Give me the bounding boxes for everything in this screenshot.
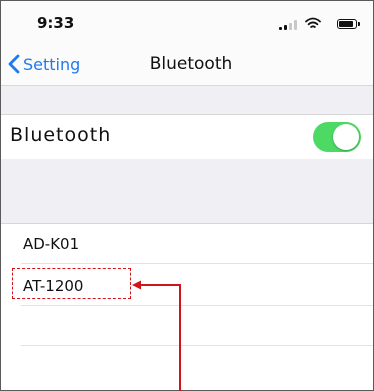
phone-screen: 9:33 Setting Bluetooth Bluetooth AD-K01 … [0, 0, 374, 391]
navigation-bar: Setting Bluetooth [1, 45, 373, 86]
status-bar: 9:33 [1, 1, 373, 45]
device-row-at-1200[interactable]: AT-1200 [1, 266, 373, 306]
device-name: AD-K01 [23, 235, 80, 253]
page-title: Bluetooth [149, 54, 233, 74]
device-name: AT-1200 [23, 277, 84, 295]
signal-icon [279, 20, 297, 30]
device-row-empty[interactable] [1, 346, 373, 386]
bluetooth-toggle-label: Bluetooth [10, 124, 112, 146]
device-list: AD-K01 AT-1200 [1, 223, 373, 390]
battery-icon [337, 19, 360, 29]
status-time: 9:33 [37, 14, 75, 32]
section-spacer [1, 86, 373, 114]
bluetooth-toggle-switch[interactable] [313, 122, 361, 152]
device-row-ad-k01[interactable]: AD-K01 [1, 224, 373, 264]
bluetooth-toggle-row: Bluetooth [1, 114, 373, 160]
device-row-empty[interactable] [1, 306, 373, 346]
wifi-icon [305, 17, 321, 28]
section-spacer [1, 159, 373, 223]
row-divider [21, 263, 373, 264]
toggle-knob [333, 124, 359, 150]
